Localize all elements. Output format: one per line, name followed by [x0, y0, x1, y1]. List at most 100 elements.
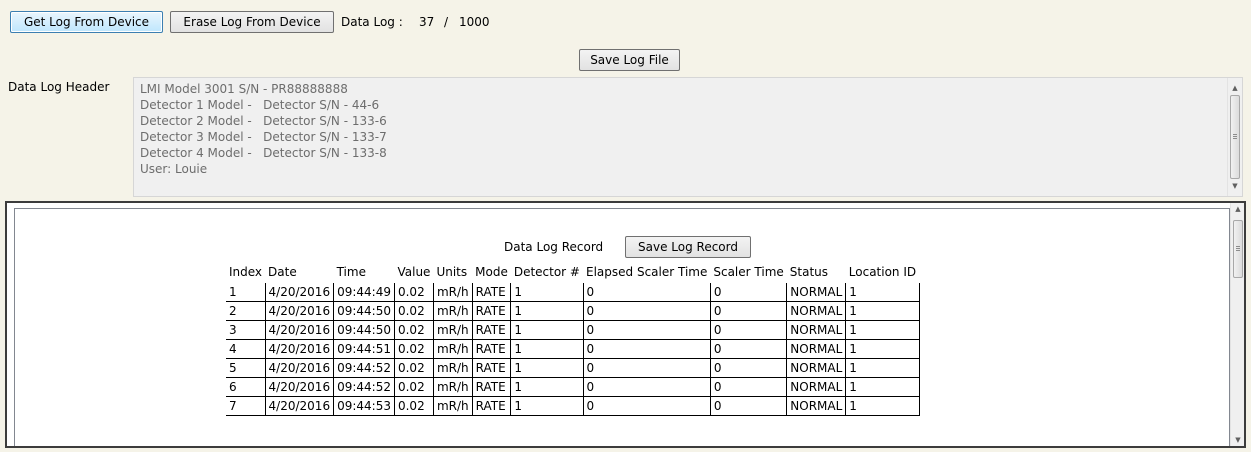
table-cell[interactable]: 0 — [582, 283, 711, 302]
table-cell[interactable]: 4/20/2016 — [264, 396, 334, 416]
header-scroll-thumb[interactable] — [1230, 95, 1240, 179]
record-scrollbar[interactable]: ▲ ▼ — [1230, 203, 1244, 446]
table-cell[interactable]: 09:44:52 — [333, 377, 395, 397]
table-cell[interactable]: 0 — [709, 283, 787, 302]
table-cell[interactable]: RATE — [471, 339, 511, 359]
header-scrollbar[interactable]: ▲ ▼ — [1227, 78, 1242, 196]
table-cell[interactable]: 0.02 — [393, 283, 434, 302]
table-cell[interactable]: 1 — [510, 358, 583, 378]
table-cell[interactable]: RATE — [471, 358, 511, 378]
table-cell[interactable]: 09:44:51 — [333, 339, 395, 359]
chevron-up-icon[interactable]: ▲ — [1231, 205, 1244, 213]
table-cell[interactable]: 1 — [226, 283, 266, 302]
table-cell[interactable]: 09:44:52 — [333, 358, 395, 378]
table-cell[interactable]: 1 — [510, 283, 583, 302]
table-cell[interactable]: 2 — [226, 301, 266, 321]
table-cell[interactable]: mR/h — [432, 283, 473, 302]
table-cell[interactable]: 09:44:49 — [333, 283, 395, 302]
table-row[interactable]: 5 4/20/2016 09:44:52 0.02 mR/h RATE 1 0 0 NORMAL 1 — [226, 358, 920, 378]
table-cell[interactable]: 0 — [709, 358, 787, 378]
table-cell[interactable]: NORMAL — [786, 358, 846, 378]
table-cell[interactable]: 6 — [226, 377, 266, 397]
table-cell[interactable]: 7 — [226, 396, 266, 416]
table-cell[interactable]: 0.02 — [393, 358, 434, 378]
table-cell[interactable]: NORMAL — [786, 320, 846, 340]
table-cell[interactable]: 09:44:50 — [333, 320, 395, 340]
chevron-up-icon[interactable]: ▲ — [1228, 80, 1242, 96]
table-cell[interactable]: 1 — [510, 396, 583, 416]
table-cell[interactable]: 4/20/2016 — [264, 320, 334, 340]
table-cell[interactable]: 0 — [582, 377, 711, 397]
table-row[interactable]: 3 4/20/2016 09:44:50 0.02 mR/h RATE 1 0 0 NORMAL 1 — [226, 320, 920, 340]
get-log-button[interactable]: Get Log From Device — [10, 11, 163, 33]
table-cell[interactable]: 1 — [510, 301, 583, 321]
table-cell[interactable]: 4/20/2016 — [264, 301, 334, 321]
column-header[interactable]: Date — [265, 260, 334, 283]
column-header[interactable]: Value — [394, 260, 434, 283]
table-cell[interactable]: 0.02 — [393, 339, 434, 359]
table-cell[interactable]: 0 — [709, 339, 787, 359]
table-cell[interactable]: 4 — [226, 339, 266, 359]
table-cell[interactable]: 0 — [582, 396, 711, 416]
chevron-down-icon[interactable]: ▼ — [1231, 436, 1244, 444]
column-header[interactable]: Index — [226, 260, 266, 283]
save-log-file-button[interactable]: Save Log File — [579, 49, 680, 71]
column-header[interactable]: Location ID — [845, 260, 920, 283]
table-cell[interactable]: 5 — [226, 358, 266, 378]
table-cell[interactable]: RATE — [471, 283, 511, 302]
column-header[interactable]: Scaler Time — [710, 260, 787, 283]
column-header[interactable]: Time — [333, 260, 395, 283]
table-row[interactable]: 2 4/20/2016 09:44:50 0.02 mR/h RATE 1 0 0 NORMAL 1 — [226, 301, 920, 321]
table-cell[interactable]: 0 — [582, 339, 711, 359]
table-cell[interactable]: RATE — [471, 396, 511, 416]
column-header[interactable]: Mode — [472, 260, 511, 283]
table-cell[interactable]: mR/h — [432, 358, 473, 378]
table-row[interactable]: 1 4/20/2016 09:44:49 0.02 mR/h RATE 1 0 0 NORMAL 1 — [226, 283, 920, 302]
table-cell[interactable]: 1 — [845, 339, 920, 359]
save-log-record-button[interactable]: Save Log Record — [625, 236, 751, 258]
table-cell[interactable]: 0.02 — [393, 396, 434, 416]
table-cell[interactable]: 0.02 — [393, 301, 434, 321]
table-cell[interactable]: 09:44:53 — [333, 396, 395, 416]
table-cell[interactable]: RATE — [471, 377, 511, 397]
table-cell[interactable]: 1 — [845, 320, 920, 340]
table-row[interactable]: 7 4/20/2016 09:44:53 0.02 mR/h RATE 1 0 0 NORMAL 1 — [226, 396, 920, 416]
table-cell[interactable]: mR/h — [432, 377, 473, 397]
table-cell[interactable]: 1 — [845, 358, 920, 378]
table-cell[interactable]: 3 — [226, 320, 266, 340]
table-cell[interactable]: 0 — [582, 301, 711, 321]
table-cell[interactable]: mR/h — [432, 396, 473, 416]
table-cell[interactable]: 0 — [709, 377, 787, 397]
table-cell[interactable]: 09:44:50 — [333, 301, 395, 321]
table-cell[interactable]: 1 — [845, 283, 920, 302]
table-cell[interactable]: NORMAL — [786, 283, 846, 302]
table-cell[interactable]: NORMAL — [786, 339, 846, 359]
table-row[interactable]: 6 4/20/2016 09:44:52 0.02 mR/h RATE 1 0 0 NORMAL 1 — [226, 377, 920, 397]
column-header[interactable]: Detector # — [510, 260, 583, 283]
table-cell[interactable]: NORMAL — [786, 301, 846, 321]
table-cell[interactable]: 1 — [845, 396, 920, 416]
table-cell[interactable]: mR/h — [432, 301, 473, 321]
table-cell[interactable]: 1 — [845, 301, 920, 321]
table-cell[interactable]: 0.02 — [393, 377, 434, 397]
data-log-header-text[interactable]: LMI Model 3001 S/N - PR88888888 Detector … — [133, 77, 1243, 197]
column-header[interactable]: Status — [786, 260, 846, 283]
table-cell[interactable]: 4/20/2016 — [264, 283, 334, 302]
table-cell[interactable]: 0 — [582, 320, 711, 340]
chevron-down-icon[interactable]: ▼ — [1228, 178, 1242, 194]
table-row[interactable]: 4 4/20/2016 09:44:51 0.02 mR/h RATE 1 0 0 NORMAL 1 — [226, 339, 920, 359]
table-cell[interactable]: NORMAL — [786, 396, 846, 416]
table-cell[interactable]: NORMAL — [786, 377, 846, 397]
table-cell[interactable]: RATE — [471, 301, 511, 321]
table-cell[interactable]: mR/h — [432, 320, 473, 340]
table-cell[interactable]: 0.02 — [393, 320, 434, 340]
record-scroll-thumb[interactable] — [1233, 220, 1243, 278]
table-cell[interactable]: 1 — [510, 377, 583, 397]
table-cell[interactable]: 0 — [709, 320, 787, 340]
table-cell[interactable]: 0 — [582, 358, 711, 378]
table-cell[interactable]: 4/20/2016 — [264, 377, 334, 397]
table-cell[interactable]: 4/20/2016 — [264, 339, 334, 359]
column-header[interactable]: Elapsed Scaler Time — [583, 260, 711, 283]
table-cell[interactable]: 1 — [845, 377, 920, 397]
table-cell[interactable]: mR/h — [432, 339, 473, 359]
